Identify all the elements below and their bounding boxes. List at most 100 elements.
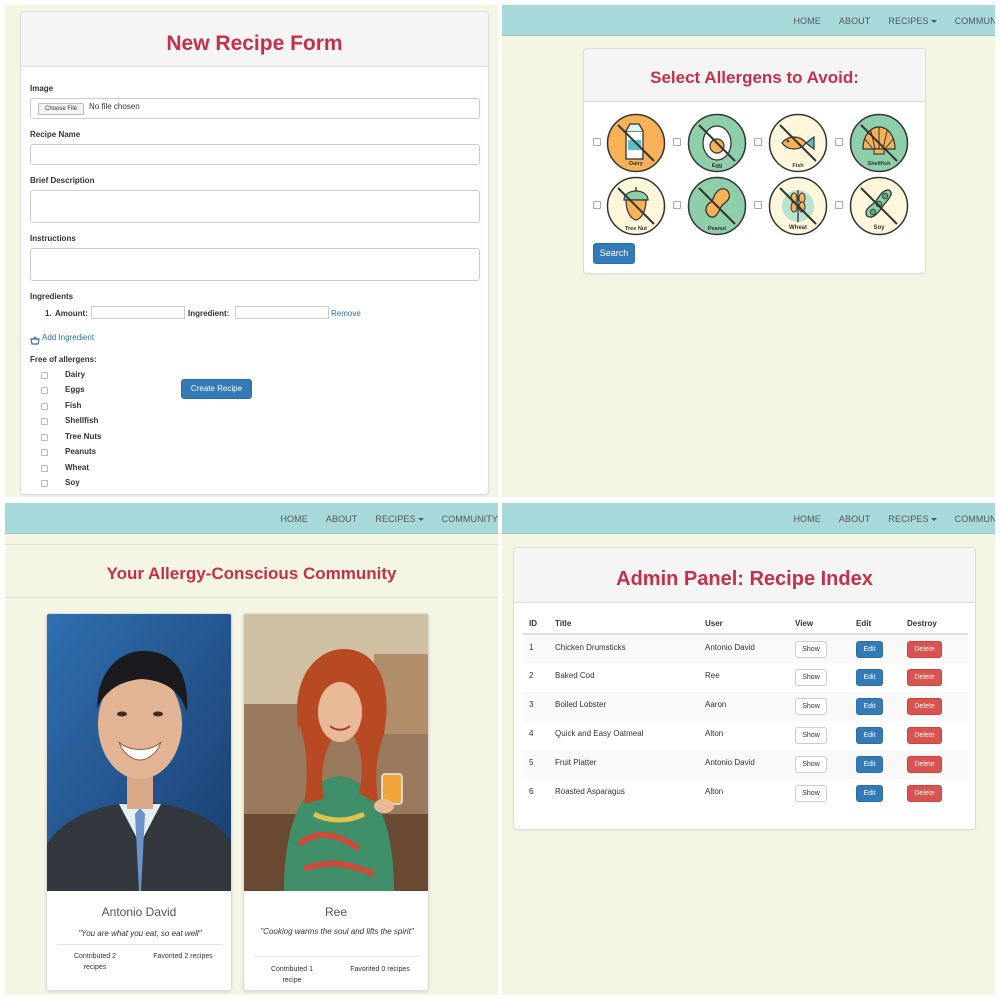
description-label: Brief Description [30, 176, 95, 185]
show-button[interactable]: Show [795, 727, 827, 744]
row-id: 1 [523, 634, 549, 663]
allergen-checkbox-dairy[interactable] [41, 372, 48, 379]
allergen-checkbox-wheat[interactable] [41, 465, 48, 472]
allergen-checkbox-wheat[interactable] [754, 201, 762, 209]
row-user: Aaron [699, 692, 789, 721]
icon-label: Shellfish [868, 161, 892, 167]
nav-about[interactable]: ABOUT [839, 514, 871, 524]
allergen-checkbox-fish[interactable] [41, 403, 48, 410]
edit-button[interactable]: Edit [856, 669, 883, 686]
allergen-checkbox-fish[interactable] [754, 138, 762, 146]
icon-label: Wheat [789, 225, 807, 231]
table-row: 1 Chicken Drumsticks Antonio David Show … [523, 634, 968, 663]
basket-icon [30, 332, 40, 345]
add-ingredient-link[interactable]: Add Ingredient [42, 333, 94, 342]
member-quote: "Cooking warms the soul and lifts the sp… [260, 927, 414, 936]
ingredient-input[interactable] [235, 306, 329, 319]
favorited-count: Favorited 0 recipes [350, 966, 410, 973]
icon-label: Dairy [629, 161, 644, 167]
recipe-name-input[interactable] [30, 144, 480, 165]
search-button[interactable]: Search [593, 243, 635, 264]
fish-icon[interactable]: Fish [768, 113, 828, 173]
delete-button[interactable]: Delete [907, 727, 942, 744]
nav-community[interactable]: COMMUNITY [442, 514, 498, 524]
allergen-checkbox-tree-nut[interactable] [593, 201, 601, 209]
icon-label: Soy [873, 225, 885, 231]
contributed-count: Contributed 2 recipes [73, 953, 117, 971]
delete-button[interactable]: Delete [907, 785, 942, 802]
description-textarea[interactable] [30, 190, 480, 223]
delete-button[interactable]: Delete [907, 698, 942, 715]
row-title: Baked Cod [555, 671, 595, 680]
show-button[interactable]: Show [795, 641, 827, 658]
egg-icon[interactable]: Egg [687, 113, 747, 173]
allergen-option-label: Fish [65, 401, 82, 410]
soybean-icon[interactable]: Soy [849, 176, 909, 236]
nav-recipes[interactable]: RECIPES [888, 16, 937, 26]
table-row: 4 Quick and Easy Oatmeal Alton Show Edit… [523, 721, 968, 750]
allergen-option-label: Dairy [65, 370, 86, 379]
nav-recipes[interactable]: RECIPES [375, 513, 424, 524]
ingredient-number: 1. [45, 309, 52, 318]
caret-down-icon [417, 517, 424, 521]
allergen-checkbox-dairy[interactable] [593, 138, 601, 146]
remove-ingredient-link[interactable]: Remove [331, 309, 361, 318]
nav-home[interactable]: HOME [793, 514, 820, 524]
instructions-textarea[interactable] [30, 248, 480, 281]
member-card[interactable]: Ree "Cooking warms the soul and lifts th… [243, 613, 429, 991]
row-title: Quick and Easy Oatmeal [555, 729, 644, 738]
nav-community[interactable]: COMMUNITY [955, 514, 995, 524]
edit-button[interactable]: Edit [856, 698, 883, 715]
table-row: 5 Fruit Platter Antonio David Show Edit … [523, 750, 968, 779]
row-user: Antonio David [699, 750, 789, 779]
nav-recipes[interactable]: RECIPES [888, 513, 937, 524]
delete-button[interactable]: Delete [907, 669, 942, 686]
allergen-checkbox-shellfish[interactable] [835, 138, 843, 146]
shell-icon[interactable]: Shellfish [849, 113, 909, 173]
member-name: Ree [324, 905, 347, 919]
show-button[interactable]: Show [795, 669, 827, 686]
acorn-icon[interactable]: Tree Nut [606, 176, 666, 236]
nav-recipes-label: RECIPES [375, 513, 416, 524]
community-title: Your Allergy-Conscious Community [5, 544, 498, 598]
delete-button[interactable]: Delete [907, 641, 942, 658]
table-row: 2 Baked Cod Ree Show Edit Delete [523, 663, 968, 692]
show-button[interactable]: Show [795, 785, 827, 802]
amount-label: Amount: [55, 309, 88, 318]
allergen-checkbox-eggs[interactable] [41, 387, 48, 394]
amount-input[interactable] [91, 306, 185, 319]
row-id: 2 [529, 671, 534, 680]
edit-button[interactable]: Edit [856, 785, 883, 802]
edit-button[interactable]: Edit [856, 756, 883, 773]
col-edit: Edit [850, 614, 901, 635]
edit-button[interactable]: Edit [856, 727, 883, 744]
nav-home[interactable]: HOME [793, 16, 820, 26]
show-button[interactable]: Show [795, 698, 827, 715]
allergen-checkbox-shellfish[interactable] [41, 418, 48, 425]
nav-home[interactable]: HOME [280, 514, 307, 524]
community-screen: HOME ABOUT RECIPES COMMUNITY Your Allerg… [5, 503, 498, 995]
nav-about[interactable]: ABOUT [326, 514, 358, 524]
wheat-icon[interactable]: Wheat [768, 176, 828, 236]
allergen-checkbox-soy[interactable] [41, 480, 48, 487]
nav-community[interactable]: COMMUNITY [955, 16, 995, 26]
image-file-input[interactable]: Choose File No file chosen [30, 98, 480, 119]
show-button[interactable]: Show [795, 756, 827, 773]
allergen-checkbox-soy[interactable] [835, 201, 843, 209]
delete-button[interactable]: Delete [907, 756, 942, 773]
create-recipe-button[interactable]: Create Recipe [181, 379, 252, 399]
contributed-count: Contributed 1 recipe [270, 966, 314, 984]
allergen-checkbox-peanut[interactable] [673, 201, 681, 209]
col-id: ID [523, 614, 549, 635]
nav-about[interactable]: ABOUT [839, 16, 871, 26]
row-title: Boiled Lobster [549, 692, 699, 721]
edit-button[interactable]: Edit [856, 641, 883, 658]
allergen-checkbox-egg[interactable] [673, 138, 681, 146]
nav-recipes-label: RECIPES [888, 513, 929, 524]
choose-file-button[interactable]: Choose File [38, 103, 84, 115]
milk-carton-icon[interactable]: Dairy [606, 113, 666, 173]
peanut-icon[interactable]: Peanut [687, 176, 747, 236]
allergen-checkbox-peanuts[interactable] [41, 449, 48, 456]
allergen-checkbox-tree-nuts[interactable] [41, 434, 48, 441]
member-card[interactable]: Antonio David "You are what you eat, so … [46, 613, 232, 991]
